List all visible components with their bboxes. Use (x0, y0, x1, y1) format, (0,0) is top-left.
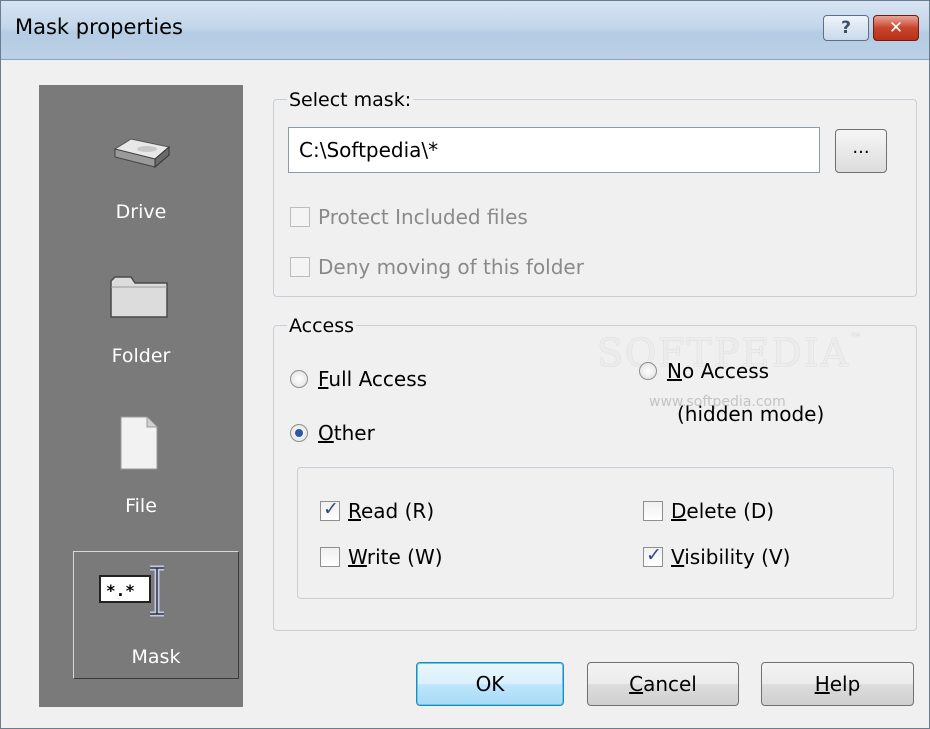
access-title: Access (287, 315, 357, 337)
sidebar-item-label: Drive (115, 201, 167, 223)
ok-button[interactable]: OK (416, 662, 564, 706)
checkbox-label: Visibility (V) (671, 545, 791, 569)
checkbox-box (290, 257, 310, 277)
checkbox-box (320, 498, 340, 521)
checkbox-label: Protect Included files (318, 205, 528, 229)
checkbox-label: Read (R) (348, 499, 435, 523)
delete-checkbox[interactable]: Delete (D) (643, 499, 774, 523)
permissions-panel (297, 467, 894, 599)
help-label: Help (814, 672, 861, 696)
cancel-button[interactable]: Cancel (587, 662, 739, 706)
help-button[interactable]: Help (761, 662, 914, 706)
radio-label: Full Access (318, 367, 428, 391)
select-mask-title: Select mask: (287, 89, 414, 111)
sidebar-item-mask[interactable]: *.* Mask (73, 551, 239, 679)
file-icon (120, 416, 158, 470)
close-icon: ✕ (888, 18, 904, 38)
close-button[interactable]: ✕ (873, 15, 919, 41)
radio-label: No Access (667, 359, 770, 383)
other-radio[interactable]: Other (290, 421, 375, 445)
no-access-subtitle: (hidden mode) (677, 402, 825, 426)
sidebar-item-label: Folder (111, 345, 171, 367)
mask-properties-dialog: Mask properties ? ✕ Drive Folder File *.… (0, 0, 930, 729)
svg-text:*.*: *.* (106, 581, 135, 600)
mask-path-value: C:\Softpedia\* (299, 138, 439, 162)
sidebar-item-label: Mask (131, 646, 181, 668)
mask-path-input[interactable]: C:\Softpedia\* (288, 127, 820, 173)
cancel-label: Cancel (629, 672, 697, 696)
radio-circle (290, 424, 308, 442)
checkbox-label: Deny moving of this folder (318, 255, 584, 279)
checkbox-box (290, 207, 310, 227)
sidebar-item-file[interactable]: File (39, 415, 243, 525)
checkbox-box (320, 547, 340, 567)
ok-label: OK (475, 672, 505, 696)
sidebar-item-drive[interactable]: Drive (39, 123, 243, 233)
sidebar: Drive Folder File *.* Mask (39, 85, 243, 707)
watermark-tm: ™ (850, 331, 865, 345)
radio-label: Other (318, 421, 375, 445)
deny-moving-checkbox[interactable]: Deny moving of this folder (290, 255, 584, 279)
window-title: Mask properties (15, 15, 183, 39)
radio-circle (290, 370, 308, 388)
no-access-radio[interactable]: No Access (639, 359, 769, 383)
ellipsis-icon: ... (852, 137, 870, 158)
radio-circle (639, 362, 657, 380)
protect-included-checkbox[interactable]: Protect Included files (290, 205, 528, 229)
sidebar-item-label: File (125, 495, 157, 517)
write-checkbox[interactable]: Write (W) (320, 545, 443, 569)
checkbox-label: Write (W) (348, 545, 443, 569)
full-access-radio[interactable]: Full Access (290, 367, 427, 391)
browse-button[interactable]: ... (835, 129, 887, 173)
checkbox-box (643, 501, 663, 521)
help-title-button[interactable]: ? (823, 15, 869, 41)
read-checkbox[interactable]: Read (R) (320, 498, 435, 523)
title-bar[interactable]: Mask properties ? ✕ (1, 1, 929, 60)
mask-icon: *.* (99, 565, 164, 617)
checkbox-label: Delete (D) (671, 499, 775, 523)
sidebar-item-folder[interactable]: Folder (39, 273, 243, 383)
checkbox-box (643, 544, 663, 567)
folder-icon (110, 276, 168, 318)
question-mark-icon: ? (841, 18, 851, 38)
drive-icon (113, 138, 171, 169)
visibility-checkbox[interactable]: Visibility (V) (643, 544, 791, 569)
